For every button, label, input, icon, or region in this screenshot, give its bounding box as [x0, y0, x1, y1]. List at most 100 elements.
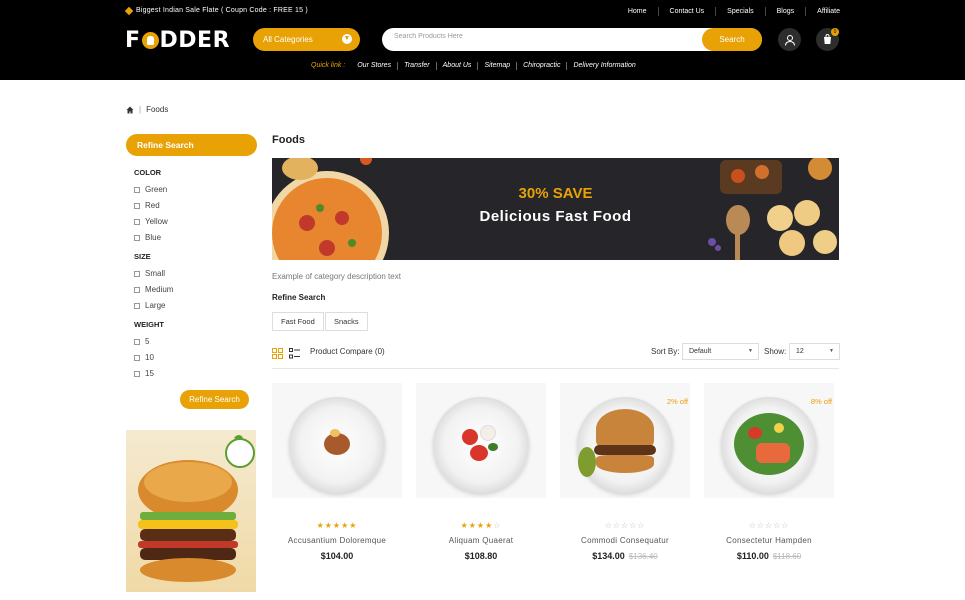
show-select[interactable]: 12 ▼ [789, 343, 840, 360]
account-button[interactable] [778, 28, 801, 51]
list-view-icon[interactable] [289, 348, 300, 359]
cart-button[interactable]: 0 [816, 28, 839, 51]
product-card[interactable]: 2% off ☆☆☆☆☆ Commodi Consequatur $134.00… [560, 383, 690, 565]
top-link-blogs[interactable]: Blogs [766, 7, 807, 16]
rating-stars: ★★★★★ [316, 521, 358, 530]
filter-group-size: SIZE [134, 252, 151, 261]
cart-count-badge: 0 [831, 28, 839, 36]
product-image[interactable] [416, 383, 546, 498]
user-icon [784, 34, 795, 46]
chevron-down-icon: ▼ [829, 348, 834, 354]
top-link-specials[interactable]: Specials [716, 7, 766, 16]
category-dropdown-label: All Categories [263, 35, 313, 44]
product-price: $108.80 [464, 551, 498, 561]
product-card[interactable]: ★★★★☆ Aliquam Quaerat $108.80 [416, 383, 546, 565]
breadcrumb-separator: | [139, 105, 142, 114]
checkbox[interactable] [134, 186, 140, 193]
sidebar-promo-image[interactable] [126, 430, 256, 592]
cart-icon [824, 34, 831, 44]
quick-link-label: Quick link : [311, 62, 346, 69]
breadcrumb-current[interactable]: Foods [146, 105, 168, 114]
promo-banner: Biggest Indian Sale Flate ( Coupn Code :… [124, 6, 308, 15]
rating-stars: ☆☆☆☆☆ [604, 521, 646, 530]
product-card[interactable]: ★★★★★ Accusantium Doloremque $104.00 [272, 383, 402, 565]
checkbox[interactable] [134, 270, 140, 277]
quick-link-sitemap[interactable]: Sitemap [478, 62, 518, 70]
refine-search-button[interactable]: Refine Search [180, 390, 249, 409]
promo-text: Biggest Indian Sale Flate ( Coupn Code :… [136, 7, 308, 14]
filter-option[interactable]: Small [134, 269, 165, 278]
quick-link-about-us[interactable]: About Us [437, 62, 479, 70]
product-image[interactable] [272, 383, 402, 498]
sidebar-filter: Refine Search [126, 134, 257, 156]
subcategory-chip-fast-food[interactable]: Fast Food [272, 312, 324, 331]
filter-option[interactable]: Large [134, 301, 165, 310]
product-name[interactable]: Aliquam Quaerat [416, 536, 546, 545]
checkbox[interactable] [134, 286, 140, 293]
subcategory-chip-snacks[interactable]: Snacks [325, 312, 368, 331]
checkbox[interactable] [134, 338, 140, 345]
product-toolbar: Product Compare (0) Sort By: Default ▼ S… [272, 343, 840, 369]
filter-option[interactable]: Yellow [134, 217, 168, 226]
checkbox[interactable] [134, 354, 140, 361]
quick-link-delivery[interactable]: Delivery Information [567, 62, 641, 70]
chevron-down-icon: ▼ [342, 34, 352, 44]
show-select-value: 12 [796, 348, 804, 355]
checkbox[interactable] [134, 302, 140, 309]
filter-option[interactable]: 15 [134, 369, 154, 378]
show-label: Show: [764, 347, 787, 356]
logo[interactable]: F DDER [125, 28, 230, 53]
product-price: $104.00 [320, 551, 354, 561]
checkbox[interactable] [134, 370, 140, 377]
product-name[interactable]: Accusantium Doloremque [272, 536, 402, 545]
filter-option[interactable]: Blue [134, 233, 161, 242]
search-button[interactable]: Search [702, 28, 762, 51]
banner-headline: 30% SAVE [518, 185, 593, 202]
filter-option[interactable]: Green [134, 185, 167, 194]
product-name[interactable]: Consectetur Hampden [704, 536, 834, 545]
top-link-contact[interactable]: Contact Us [659, 7, 717, 16]
product-price: $134.00 $136.40 [592, 551, 658, 561]
product-card[interactable]: 8% off ☆☆☆☆☆ Consectetur Hampden $110.00… [704, 383, 834, 565]
quick-link-chiropractic[interactable]: Chiropractic [517, 62, 568, 70]
sort-select[interactable]: Default ▼ [682, 343, 759, 360]
search-input[interactable] [394, 33, 694, 40]
checkbox[interactable] [134, 218, 140, 225]
rating-stars: ★★★★☆ [460, 521, 502, 530]
refine-search-title: Refine Search [272, 293, 326, 302]
home-icon[interactable] [126, 106, 134, 114]
header: Biggest Indian Sale Flate ( Coupn Code :… [0, 0, 965, 80]
banner-subline: Delicious Fast Food [479, 208, 632, 225]
checkbox[interactable] [134, 202, 140, 209]
discount-badge: 8% off [810, 397, 832, 406]
rating-stars: ☆☆☆☆☆ [748, 521, 790, 530]
quick-link-our-stores[interactable]: Our Stores [351, 62, 399, 70]
product-price: $110.00 $118.60 [736, 551, 802, 561]
filter-group-color: COLOR [134, 168, 162, 177]
checkbox[interactable] [134, 234, 140, 241]
top-link-home[interactable]: Home [617, 7, 659, 16]
search-bar: Search [382, 28, 762, 51]
filter-group-weight: WEIGHT [134, 320, 164, 329]
filter-option[interactable]: Medium [134, 285, 173, 294]
burger-image [138, 435, 255, 582]
product-compare-link[interactable]: Product Compare (0) [310, 347, 385, 356]
discount-badge: 2% off [666, 397, 688, 406]
tag-icon [124, 6, 134, 15]
logo-mark-icon [141, 32, 159, 49]
filter-option[interactable]: Red [134, 201, 160, 210]
category-banner[interactable]: 30% SAVE Delicious Fast Food [272, 158, 839, 260]
category-description: Example of category description text [272, 272, 401, 281]
quick-link-transfer[interactable]: Transfer [398, 62, 437, 70]
quick-links: Quick link : Our Stores Transfer About U… [311, 62, 642, 70]
grid-view-icon[interactable] [272, 348, 283, 359]
filter-option[interactable]: 10 [134, 353, 154, 362]
top-link-affiliate[interactable]: Affiliate [806, 7, 840, 16]
sidebar-refine-title: Refine Search [126, 134, 257, 156]
filter-option[interactable]: 5 [134, 337, 149, 346]
chevron-down-icon: ▼ [748, 348, 753, 354]
category-dropdown[interactable]: All Categories ▼ [253, 28, 360, 51]
top-links: Home Contact Us Specials Blogs Affiliate [617, 7, 840, 16]
sort-label: Sort By: [651, 347, 680, 356]
product-name[interactable]: Commodi Consequatur [560, 536, 690, 545]
